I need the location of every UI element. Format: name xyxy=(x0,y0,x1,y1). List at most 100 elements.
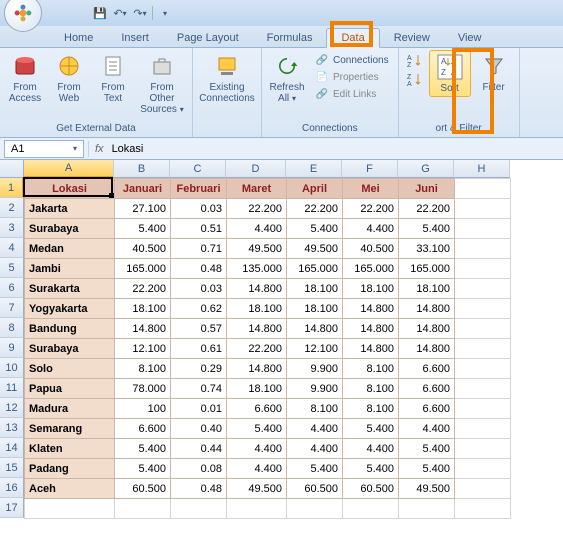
cell[interactable]: 165.000 xyxy=(287,259,343,279)
cell[interactable]: 78.000 xyxy=(115,379,171,399)
cell[interactable]: Semarang xyxy=(25,419,115,439)
cell[interactable]: 8.100 xyxy=(343,399,399,419)
cell[interactable]: 14.800 xyxy=(227,279,287,299)
row-header-11[interactable]: 11 xyxy=(0,378,24,398)
cell[interactable]: 0.61 xyxy=(171,339,227,359)
cell[interactable]: 4.400 xyxy=(399,419,455,439)
cell[interactable] xyxy=(455,399,511,419)
sort-az-button[interactable]: AZ xyxy=(405,52,425,70)
cell[interactable] xyxy=(455,379,511,399)
name-box[interactable]: A1▾ xyxy=(4,140,84,158)
cell[interactable]: 100 xyxy=(115,399,171,419)
cell[interactable] xyxy=(455,339,511,359)
cell[interactable] xyxy=(399,499,455,519)
redo-icon[interactable]: ↷▾ xyxy=(132,5,148,21)
cell[interactable]: 6.600 xyxy=(399,399,455,419)
existing-connections-button[interactable]: Existing Connections xyxy=(197,50,257,106)
cell[interactable] xyxy=(455,199,511,219)
cell[interactable]: 12.100 xyxy=(287,339,343,359)
cell[interactable]: 165.000 xyxy=(343,259,399,279)
cell[interactable]: 60.500 xyxy=(287,479,343,499)
cell[interactable]: 0.03 xyxy=(171,279,227,299)
cell[interactable]: 22.200 xyxy=(227,199,287,219)
cell[interactable]: 6.600 xyxy=(115,419,171,439)
col-header-B[interactable]: B xyxy=(114,160,170,178)
cell[interactable]: 165.000 xyxy=(115,259,171,279)
cell[interactable] xyxy=(455,419,511,439)
tab-home[interactable]: Home xyxy=(50,29,107,47)
cell[interactable]: Klaten xyxy=(25,439,115,459)
cell[interactable]: 40.500 xyxy=(115,239,171,259)
cell[interactable]: 4.400 xyxy=(227,439,287,459)
cell[interactable]: 0.48 xyxy=(171,259,227,279)
cell[interactable]: Aceh xyxy=(25,479,115,499)
row-header-15[interactable]: 15 xyxy=(0,458,24,478)
cell[interactable] xyxy=(455,239,511,259)
cell-area[interactable]: LokasiJanuariFebruariMaretAprilMeiJuniJa… xyxy=(24,178,511,519)
tab-data[interactable]: Data xyxy=(326,28,379,48)
cell[interactable]: 6.600 xyxy=(399,379,455,399)
cell[interactable]: Bandung xyxy=(25,319,115,339)
col-header-A[interactable]: A xyxy=(24,160,114,178)
cell[interactable]: 6.600 xyxy=(227,399,287,419)
cell[interactable]: 40.500 xyxy=(343,239,399,259)
cell[interactable] xyxy=(455,479,511,499)
cell[interactable] xyxy=(455,319,511,339)
row-header-14[interactable]: 14 xyxy=(0,438,24,458)
cell[interactable] xyxy=(455,259,511,279)
cell[interactable]: 5.400 xyxy=(287,459,343,479)
cell[interactable]: 60.500 xyxy=(343,479,399,499)
cell[interactable]: 8.100 xyxy=(287,399,343,419)
cell[interactable]: Madura xyxy=(25,399,115,419)
cell[interactable]: 18.100 xyxy=(227,379,287,399)
cell[interactable]: 0.51 xyxy=(171,219,227,239)
cell[interactable]: 5.400 xyxy=(343,419,399,439)
formula-input[interactable] xyxy=(110,141,256,157)
cell[interactable] xyxy=(455,179,511,199)
cell[interactable]: 135.000 xyxy=(227,259,287,279)
cell[interactable]: 4.400 xyxy=(227,459,287,479)
row-header-2[interactable]: 2 xyxy=(0,198,24,218)
col-header-H[interactable]: H xyxy=(454,160,510,178)
select-all-corner[interactable] xyxy=(0,160,24,178)
row-header-7[interactable]: 7 xyxy=(0,298,24,318)
cell[interactable]: 14.800 xyxy=(115,319,171,339)
row-header-5[interactable]: 5 xyxy=(0,258,24,278)
cell[interactable]: 60.500 xyxy=(115,479,171,499)
sort-za-button[interactable]: ZA xyxy=(405,71,425,89)
cell[interactable]: Padang xyxy=(25,459,115,479)
cell[interactable]: Juni xyxy=(399,179,455,199)
cell[interactable]: 0.03 xyxy=(171,199,227,219)
cell[interactable]: 5.400 xyxy=(399,459,455,479)
cell[interactable]: Februari xyxy=(171,179,227,199)
cell[interactable] xyxy=(25,499,115,519)
row-header-13[interactable]: 13 xyxy=(0,418,24,438)
cell[interactable]: 14.800 xyxy=(227,319,287,339)
cell[interactable]: 5.400 xyxy=(227,419,287,439)
cell[interactable]: Jambi xyxy=(25,259,115,279)
cell[interactable]: 4.400 xyxy=(343,219,399,239)
cell[interactable]: 22.200 xyxy=(115,279,171,299)
row-header-16[interactable]: 16 xyxy=(0,478,24,498)
cell[interactable]: 14.800 xyxy=(343,319,399,339)
cell[interactable] xyxy=(455,459,511,479)
cell[interactable]: 0.74 xyxy=(171,379,227,399)
cell[interactable]: Surabaya xyxy=(25,219,115,239)
cell[interactable]: 5.400 xyxy=(343,459,399,479)
cell[interactable] xyxy=(171,499,227,519)
cell[interactable]: 9.900 xyxy=(287,359,343,379)
cell[interactable]: Jakarta xyxy=(25,199,115,219)
connections-button[interactable]: 🔗Connections xyxy=(312,52,392,68)
cell[interactable]: Papua xyxy=(25,379,115,399)
cell[interactable] xyxy=(455,299,511,319)
cell[interactable]: 14.800 xyxy=(343,299,399,319)
cell[interactable]: 18.100 xyxy=(287,299,343,319)
cell[interactable]: Surakarta xyxy=(25,279,115,299)
cell[interactable]: Medan xyxy=(25,239,115,259)
cell[interactable]: 4.400 xyxy=(227,219,287,239)
cell[interactable]: 0.29 xyxy=(171,359,227,379)
cell[interactable]: 5.400 xyxy=(399,219,455,239)
cell[interactable]: 18.100 xyxy=(227,299,287,319)
fx-icon[interactable]: fx xyxy=(95,143,104,155)
tab-formulas[interactable]: Formulas xyxy=(253,29,327,47)
